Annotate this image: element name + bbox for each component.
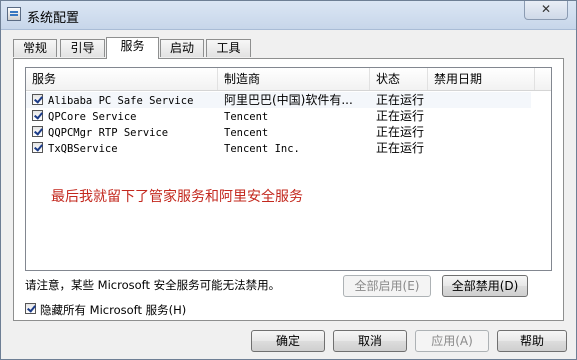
tab-boot[interactable]: 引导 xyxy=(60,39,105,57)
service-name: QPCore Service xyxy=(48,111,137,123)
list-header: 服务 制造商 状态 禁用日期 xyxy=(26,68,551,91)
column-header-manufacturer[interactable]: 制造商 xyxy=(218,68,370,90)
service-name: QQPCMgr RTP Service xyxy=(48,127,169,139)
services-panel: 服务 制造商 状态 禁用日期 Alibaba PC Safe Service 阿… xyxy=(13,58,564,321)
ok-button[interactable]: 确定 xyxy=(251,330,325,352)
service-manufacturer: 阿里巴巴(中国)软件有... xyxy=(224,93,353,107)
service-name: Alibaba PC Safe Service xyxy=(48,95,194,107)
hide-microsoft-checkbox[interactable] xyxy=(25,303,36,314)
column-header-disable-date[interactable]: 禁用日期 xyxy=(428,68,535,90)
column-header-service[interactable]: 服务 xyxy=(26,68,218,90)
service-status: 正在运行 xyxy=(376,125,425,139)
service-status: 正在运行 xyxy=(376,109,425,123)
disable-all-button[interactable]: 全部禁用(D) xyxy=(442,275,528,297)
system-config-icon xyxy=(7,7,21,21)
tab-tools[interactable]: 工具 xyxy=(206,39,251,57)
services-list[interactable]: 服务 制造商 状态 禁用日期 Alibaba PC Safe Service 阿… xyxy=(25,67,552,271)
help-button[interactable]: 帮助 xyxy=(497,330,567,352)
list-item[interactable]: Alibaba PC Safe Service 阿里巴巴(中国)软件有... 正… xyxy=(26,92,531,108)
system-config-window: 系统配置 ✕ 常规 引导 服务 启动 工具 服务 制造商 状态 禁用日期 Ali… xyxy=(0,0,577,360)
service-checkbox[interactable] xyxy=(32,126,43,137)
column-header-status[interactable]: 状态 xyxy=(370,68,428,90)
tab-services[interactable]: 服务 xyxy=(106,37,159,59)
window-title: 系统配置 xyxy=(27,11,80,26)
close-button[interactable]: ✕ xyxy=(524,1,568,20)
service-checkbox[interactable] xyxy=(32,142,43,153)
service-manufacturer: Tencent xyxy=(224,127,269,139)
service-manufacturer: Tencent xyxy=(224,111,269,123)
service-status: 正在运行 xyxy=(376,93,425,107)
list-item[interactable]: TxQBService Tencent Inc. 正在运行 xyxy=(26,140,531,156)
hide-microsoft-label: 隐藏所有 Microsoft 服务(H) xyxy=(40,303,187,317)
service-name: TxQBService xyxy=(48,143,118,155)
tab-startup[interactable]: 启动 xyxy=(160,39,204,57)
service-checkbox[interactable] xyxy=(32,94,43,105)
service-status: 正在运行 xyxy=(376,141,425,155)
list-item[interactable]: QPCore Service Tencent 正在运行 xyxy=(26,108,531,124)
service-checkbox[interactable] xyxy=(32,110,43,121)
cancel-button[interactable]: 取消 xyxy=(333,330,407,352)
list-item[interactable]: QQPCMgr RTP Service Tencent 正在运行 xyxy=(26,124,531,140)
annotation-text: 最后我就留下了管家服务和阿里安全服务 xyxy=(51,189,303,205)
tab-general[interactable]: 常规 xyxy=(13,39,57,57)
title-bar: 系统配置 ✕ xyxy=(1,1,576,30)
service-manufacturer: Tencent Inc. xyxy=(224,143,300,155)
warning-text: 请注意，某些 Microsoft 安全服务可能无法禁用。 xyxy=(25,278,281,292)
enable-all-button[interactable]: 全部启用(E) xyxy=(343,275,431,297)
apply-button[interactable]: 应用(A) xyxy=(415,330,489,352)
